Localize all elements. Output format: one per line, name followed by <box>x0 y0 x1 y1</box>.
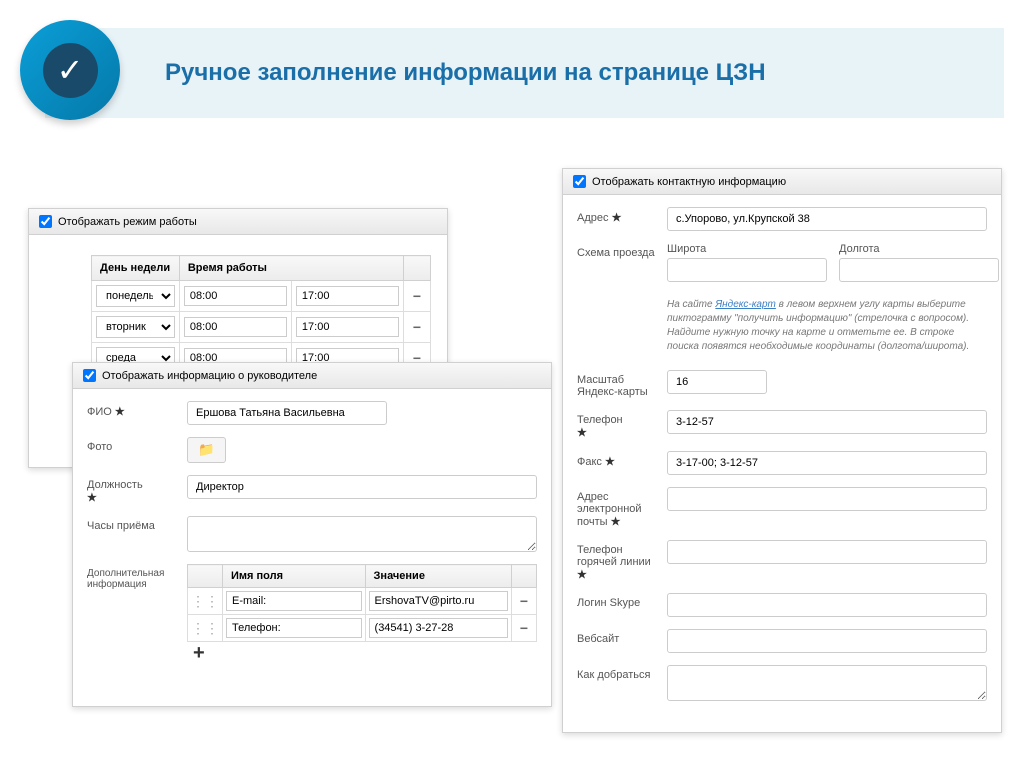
schedule-header-label: Отображать режим работы <box>58 216 197 228</box>
hotline-label: Телефон горячей линии ★ <box>577 540 657 581</box>
col-field: Имя поля <box>223 565 366 588</box>
header-banner: Ручное заполнение информации на странице… <box>45 28 1004 118</box>
fio-input[interactable] <box>187 401 387 425</box>
contact-panel: Отображать контактную информацию Адрес ★… <box>562 168 1002 733</box>
manager-panel: Отображать информацию о руководителе ФИО… <box>72 362 552 707</box>
remove-row-button[interactable]: − <box>408 319 426 335</box>
remove-row-button[interactable]: − <box>515 620 533 636</box>
website-label: Вебсайт <box>577 629 657 645</box>
lat-input[interactable] <box>667 258 827 282</box>
remove-row-button[interactable]: − <box>408 288 426 304</box>
extra-field-input[interactable] <box>226 618 362 638</box>
time-to-input[interactable] <box>296 317 399 337</box>
skype-input[interactable] <box>667 593 987 617</box>
map-hint: На сайте Яндекс-карт в левом верхнем угл… <box>667 294 987 358</box>
yandex-maps-link[interactable]: Яндекс-карт <box>715 299 776 310</box>
badge-icon: ✓ <box>20 20 130 160</box>
col-time: Время работы <box>179 256 403 281</box>
lng-input[interactable] <box>839 258 999 282</box>
folder-icon: 📁 <box>198 442 215 457</box>
manager-checkbox[interactable] <box>83 369 96 382</box>
address-input[interactable] <box>667 207 987 231</box>
table-row: вторник − <box>92 312 431 343</box>
lng-label: Долгота <box>839 243 999 255</box>
hours-input[interactable] <box>187 516 537 552</box>
page-title: Ручное заполнение информации на странице… <box>165 59 766 87</box>
extra-label: Дополнительная информация <box>87 564 177 590</box>
directions-label: Как добраться <box>577 665 657 681</box>
schedule-table: День недели Время работы понедельник − в… <box>91 255 431 374</box>
lat-label: Широта <box>667 243 827 255</box>
contact-checkbox[interactable] <box>573 175 586 188</box>
hours-label: Часы приёма <box>87 516 177 532</box>
day-select[interactable]: понедельник <box>96 285 175 307</box>
hotline-input[interactable] <box>667 540 987 564</box>
time-to-input[interactable] <box>296 286 399 306</box>
email-input[interactable] <box>667 487 987 511</box>
zoom-label: Масштаб Яндекс-карты <box>577 370 657 398</box>
address-label: Адрес ★ <box>577 207 657 224</box>
phone-label: Телефон★ <box>577 410 657 439</box>
time-from-input[interactable] <box>184 286 287 306</box>
contact-header-label: Отображать контактную информацию <box>592 176 786 188</box>
day-select[interactable]: вторник <box>96 316 175 338</box>
table-row: понедельник − <box>92 281 431 312</box>
zoom-input[interactable] <box>667 370 767 394</box>
manager-header-label: Отображать информацию о руководителе <box>102 370 317 382</box>
route-label: Схема проезда <box>577 243 657 259</box>
position-input[interactable] <box>187 475 537 499</box>
fax-label: Факс ★ <box>577 451 657 468</box>
phone-input[interactable] <box>667 410 987 434</box>
website-input[interactable] <box>667 629 987 653</box>
drag-handle-icon[interactable]: ⋮⋮ <box>188 588 223 615</box>
extra-table: Имя поля Значение ⋮⋮ − ⋮⋮ <box>187 564 537 642</box>
contact-header: Отображать контактную информацию <box>563 169 1001 195</box>
time-from-input[interactable] <box>184 317 287 337</box>
schedule-header: Отображать режим работы <box>29 209 447 235</box>
table-row: ⋮⋮ − <box>188 615 537 642</box>
add-row-button[interactable]: + <box>187 640 211 666</box>
check-icon: ✓ <box>43 43 98 98</box>
drag-handle-icon[interactable]: ⋮⋮ <box>188 615 223 642</box>
remove-row-button[interactable]: − <box>515 593 533 609</box>
col-day: День недели <box>92 256 180 281</box>
email-label: Адрес электронной почты ★ <box>577 487 657 528</box>
extra-value-input[interactable] <box>369 618 508 638</box>
schedule-checkbox[interactable] <box>39 215 52 228</box>
fax-input[interactable] <box>667 451 987 475</box>
photo-label: Фото <box>87 437 177 453</box>
table-row: ⋮⋮ − <box>188 588 537 615</box>
skype-label: Логин Skype <box>577 593 657 609</box>
extra-field-input[interactable] <box>226 591 362 611</box>
photo-upload-button[interactable]: 📁 <box>187 437 226 463</box>
directions-input[interactable] <box>667 665 987 701</box>
col-value: Значение <box>365 565 511 588</box>
extra-value-input[interactable] <box>369 591 508 611</box>
position-label: Должность★ <box>87 475 177 504</box>
manager-header: Отображать информацию о руководителе <box>73 363 551 389</box>
fio-label: ФИО ★ <box>87 401 177 418</box>
